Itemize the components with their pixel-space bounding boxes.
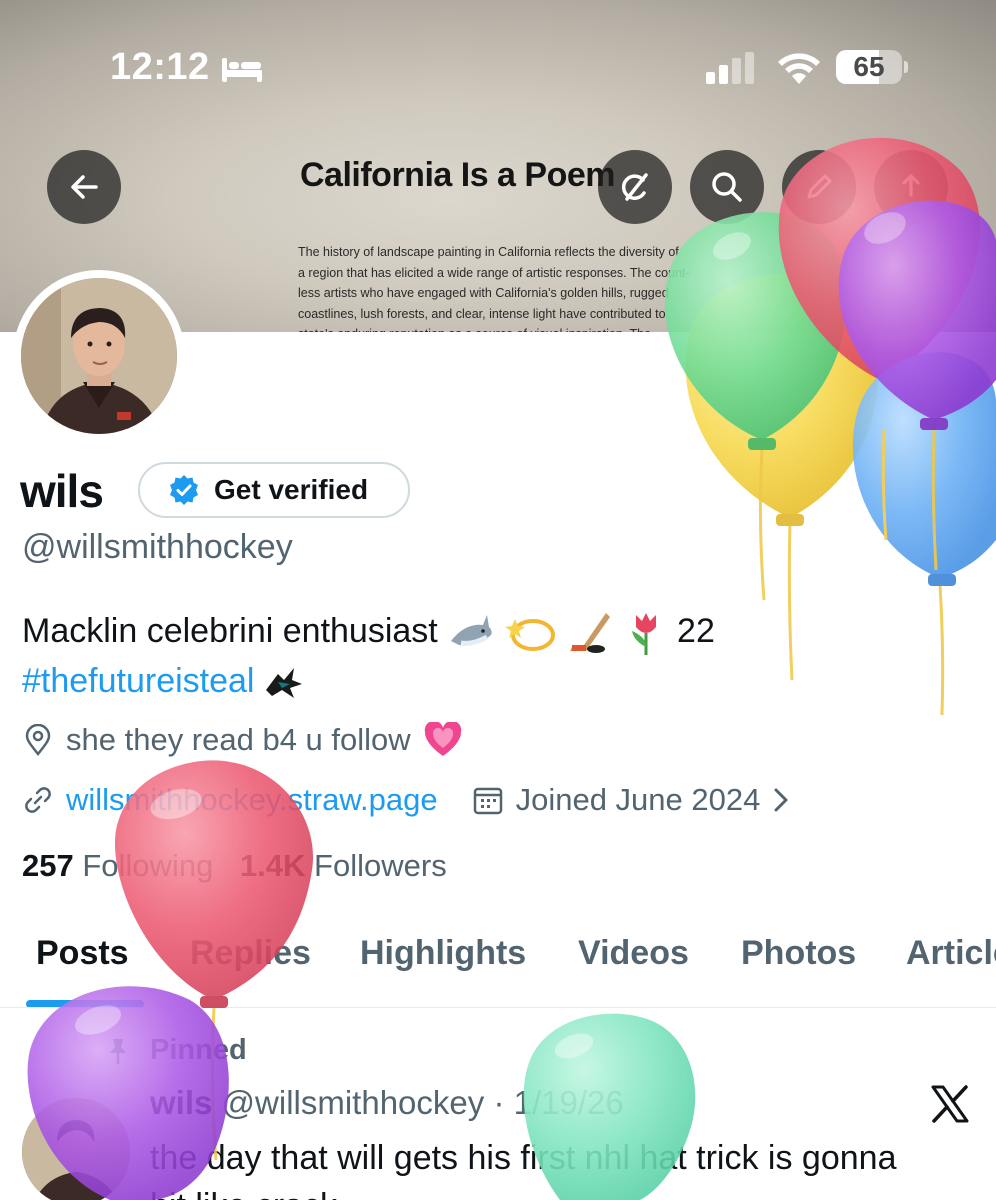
x-logo-icon [931,1085,969,1123]
get-verified-button[interactable]: Get verified [138,462,410,518]
tab-posts[interactable]: Posts [36,934,129,973]
profile-handle: @willsmithhockey [22,528,293,566]
banner-title: California Is a Poem [300,156,616,194]
link-icon [25,787,51,813]
hockey-stick-emoji-icon [570,613,611,654]
banner-text-line: a region that has elicited a wide range … [298,265,690,280]
post-avatar[interactable] [22,1098,130,1200]
battery-percent: 65 [853,51,885,82]
website-link[interactable]: willsmithhockey.straw.page [66,782,438,818]
search-icon [712,172,742,202]
post-date[interactable]: · 1/19/26 [493,1084,623,1121]
following-link[interactable]: 257 Following [22,848,213,883]
chevron-right-icon[interactable] [768,784,794,816]
pinned-label: Pinned [104,1034,247,1067]
website-joined-row: willsmithhockey.straw.page Joined June 2… [22,782,806,818]
avatar-portrait [21,278,177,434]
location-row: she they read b4 u follow [22,722,475,758]
followers-link[interactable]: 1.4K Followers [240,848,447,883]
edit-icon [807,174,832,199]
bio-line-2: #thefutureisteal [22,656,922,706]
follow-counts: 257 Following 1.4K Followers [22,848,447,884]
pin-icon [110,1038,126,1064]
banner-text-line: coastlines, lush forests, and clear, int… [298,306,666,321]
post-body[interactable]: the day that will gets his first nhl hat… [150,1134,990,1200]
sharks-logo-icon [265,668,302,699]
profile-avatar[interactable] [13,270,185,442]
get-verified-label: Get verified [214,474,369,505]
grok-button[interactable] [598,150,672,224]
joined-date[interactable]: Joined June 2024 [516,782,761,818]
battery-tip [904,61,908,73]
profile-bio: Macklin celebrini enthusiast 22 #thefutu… [22,606,922,706]
back-arrow-icon [71,175,98,199]
calendar-icon [473,787,502,815]
status-bar: 12:12 65 [0,44,996,94]
status-time: 12:12 [110,46,210,88]
tab-photos[interactable]: Photos [741,934,856,973]
tab-replies[interactable]: Replies [190,934,311,973]
location-pin-icon [25,724,51,756]
post-avatar-portrait [22,1098,130,1200]
bio-hashtag-link[interactable]: #thefutureisteal [22,662,255,700]
tab-highlights[interactable]: Highlights [360,934,526,973]
bio-text: Macklin celebrini enthusiast [22,612,438,650]
cellular-signal-icon [706,52,754,84]
tab-videos[interactable]: Videos [578,934,689,973]
post-author-name[interactable]: wils [150,1084,212,1121]
share-icon [902,174,920,197]
shark-emoji-icon [451,615,492,646]
pinned-text: Pinned [150,1034,247,1066]
wifi-icon [778,53,820,84]
back-button[interactable] [47,150,121,224]
growing-heart-emoji-icon [424,722,461,756]
followers-label: Followers [314,848,447,883]
bio-line-1: Macklin celebrini enthusiast 22 [22,606,922,656]
banner-text-line: state's enduring reputation as a source … [298,324,718,332]
banner-text-line: less artists who have engaged with Calif… [298,286,669,300]
battery-indicator: 65 [836,50,908,84]
search-button[interactable] [690,150,764,224]
dizzy-emoji-icon [504,619,555,652]
post-text-line: the day that will gets his first nhl hat… [150,1139,897,1177]
following-count: 257 [22,848,74,883]
profile-name: wils [20,465,104,517]
sleep-focus-icon [222,58,262,82]
tab-articles[interactable]: Articles [906,934,996,973]
banner-text: The history of landscape painting in Cal… [298,242,718,332]
active-tab-indicator [26,1000,144,1007]
bio-age: 22 [677,612,715,650]
location-text: she they read b4 u follow [66,722,411,757]
banner-text-line: The history of landscape painting in Cal… [298,245,679,259]
post-header: wils @willsmithhockey · 1/19/26 [150,1084,624,1122]
share-button[interactable] [874,150,948,224]
edit-button[interactable] [782,150,856,224]
verified-badge-icon [170,475,198,505]
following-label: Following [82,848,214,883]
avatar-photo [21,278,177,434]
followers-count: 1.4K [239,848,306,883]
post-author-handle[interactable]: @willsmithhockey [222,1084,485,1121]
tulip-emoji-icon [631,613,656,656]
post-text-line: hit like crack [150,1182,990,1200]
profile-tabs: Posts Replies Highlights Videos Photos A… [0,912,996,1008]
grok-icon [621,173,648,201]
